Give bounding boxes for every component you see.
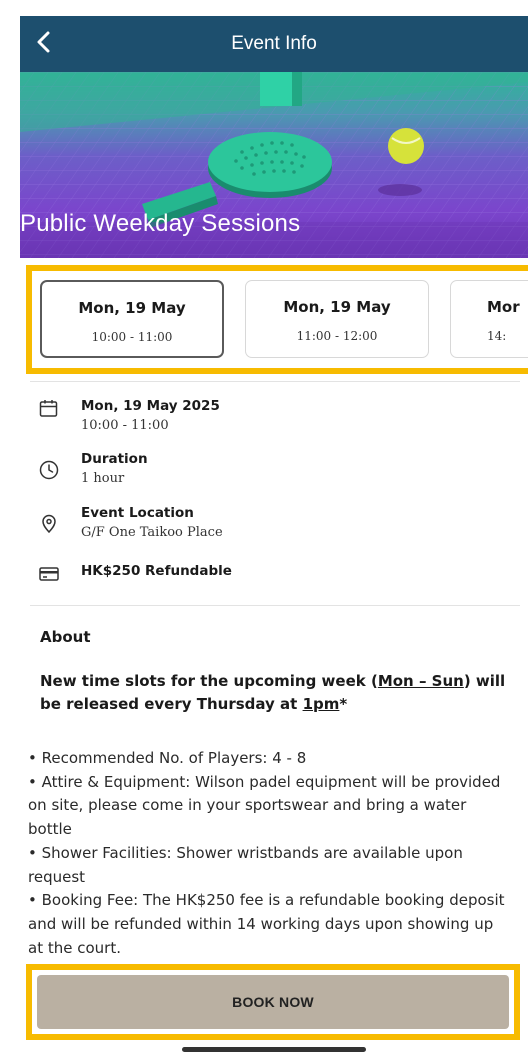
divider — [30, 381, 520, 382]
announce-text: * — [339, 695, 348, 713]
calendar-icon — [38, 398, 60, 420]
attire-info: • Attire & Equipment: Wilson padel equip… — [28, 772, 501, 839]
slot-date: Mon, 19 May — [283, 298, 391, 316]
event-title: Public Weekday Sessions — [20, 210, 301, 237]
price-label: HK$250 Refundable — [81, 563, 232, 579]
event-date: Mon, 19 May 2025 — [81, 398, 220, 414]
page-title: Event Info — [231, 33, 317, 54]
home-indicator[interactable] — [182, 1047, 366, 1052]
slot-date: Mor — [487, 298, 520, 316]
slot-time: 10:00 - 11:00 — [91, 330, 173, 344]
booking-fee-info: • Booking Fee: The HK$250 fee is a refun… — [28, 891, 505, 957]
announce-days: Mon – Sun — [377, 672, 464, 690]
time-slot-carousel[interactable]: Mon, 19 May 10:00 - 11:00 Mon, 19 May 11… — [26, 265, 528, 374]
app-header: Event Info — [20, 16, 528, 72]
credit-card-icon — [38, 563, 60, 585]
status-bar — [0, 0, 528, 16]
about-heading: About — [40, 628, 91, 646]
book-now-button[interactable]: BOOK NOW — [37, 975, 509, 1029]
slot-time: 14: — [487, 329, 507, 343]
event-time: 10:00 - 11:00 — [81, 418, 169, 433]
about-description: • Recommended No. of Players: 4 - 8 • At… — [28, 747, 508, 959]
location-label: Event Location — [81, 505, 194, 521]
clock-icon — [38, 459, 60, 481]
time-slot-card-selected[interactable]: Mon, 19 May 10:00 - 11:00 — [40, 280, 224, 358]
announce-text: New time slots for the upcoming week ( — [40, 672, 378, 690]
slot-time: 11:00 - 12:00 — [296, 329, 378, 343]
players-info: • Recommended No. of Players: 4 - 8 — [28, 749, 307, 767]
duration-label: Duration — [81, 451, 148, 467]
shower-info: • Shower Facilities: Shower wristbands a… — [28, 843, 463, 886]
time-slot-card[interactable]: Mor 14: — [450, 280, 528, 358]
announce-time: 1pm — [302, 695, 340, 713]
time-slot-card[interactable]: Mon, 19 May 11:00 - 12:00 — [245, 280, 429, 358]
location-pin-icon — [38, 513, 60, 535]
duration-value: 1 hour — [81, 471, 125, 486]
location-value: G/F One Taikoo Place — [81, 525, 223, 540]
book-button-highlight: BOOK NOW — [26, 964, 520, 1040]
slot-date: Mon, 19 May — [78, 299, 186, 317]
release-announcement: New time slots for the upcoming week (Mo… — [40, 670, 510, 716]
divider — [30, 605, 520, 606]
